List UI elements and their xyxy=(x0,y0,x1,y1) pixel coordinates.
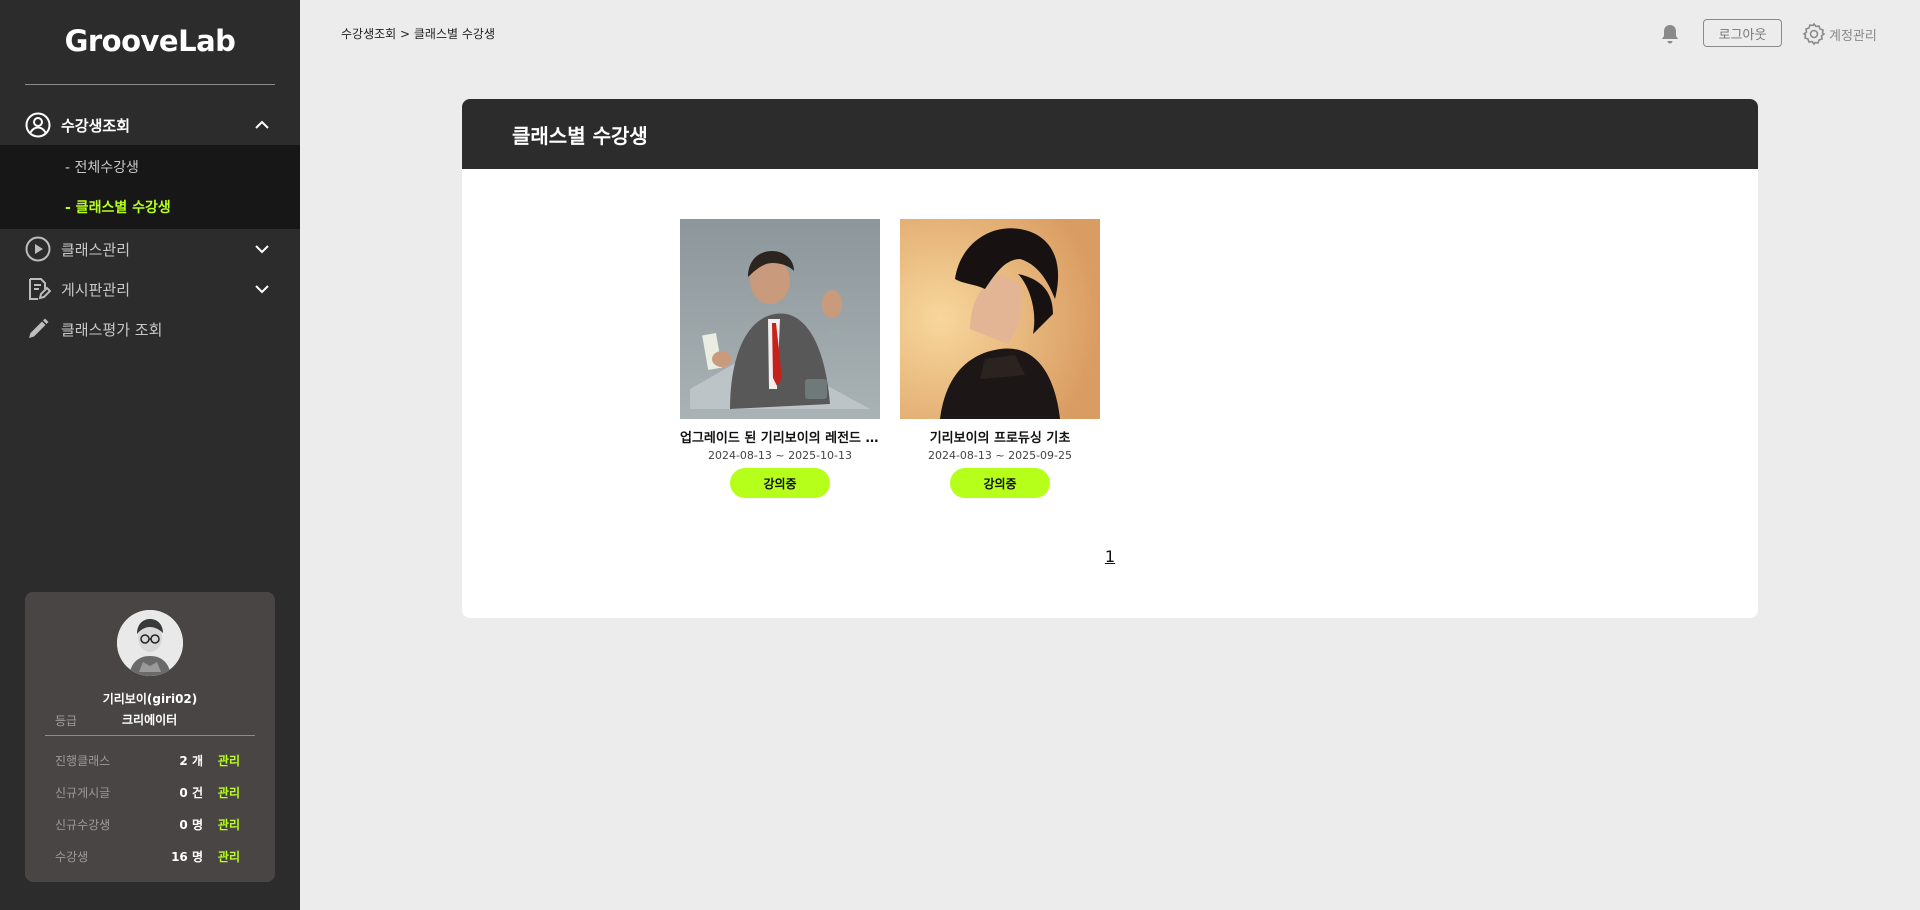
sidebar-item-class-management[interactable]: 클래스관리 xyxy=(0,229,300,269)
manage-link[interactable]: 관리 xyxy=(218,784,240,801)
chevron-down-icon[interactable] xyxy=(254,281,270,297)
divider xyxy=(25,84,275,85)
sidebar-item-class-review[interactable]: 클래스평가 조회 xyxy=(0,309,300,349)
class-thumbnail[interactable] xyxy=(680,219,880,419)
user-circle-icon xyxy=(25,112,51,138)
play-circle-icon xyxy=(25,236,51,262)
stat-row-new-students: 신규수강생 0 명 관리 xyxy=(25,816,275,836)
gear-icon xyxy=(1802,22,1826,46)
stat-label: 신규게시글 xyxy=(55,786,111,800)
class-status-button[interactable]: 강의중 xyxy=(730,468,830,498)
main-panel: 클래스별 수강생 업그레이드 된 기리보이의 레전드 작 2024-08-13 … xyxy=(462,99,1758,618)
stat-value: 0 명 xyxy=(179,818,203,832)
logout-button[interactable]: 로그아웃 xyxy=(1703,19,1782,47)
bell-icon[interactable] xyxy=(1658,22,1682,46)
avatar xyxy=(117,610,183,676)
stat-row-active-classes: 진행클래스 2 개 관리 xyxy=(25,752,275,772)
submenu-students: - 전체수강생 - 클래스별 수강생 xyxy=(0,145,300,229)
sidebar-item-label: 클래스관리 xyxy=(61,240,131,259)
page-title: 클래스별 수강생 xyxy=(512,123,648,148)
stat-value: 16 명 xyxy=(171,850,203,864)
page-number[interactable]: 1 xyxy=(1105,547,1115,566)
profile-card: 기리보이(giri02) 등급 크리에이터 진행클래스 2 개 관리 신규게시글… xyxy=(25,592,275,882)
class-period: 2024-08-13 ~ 2025-09-25 xyxy=(927,449,1073,462)
stat-label: 신규수강생 xyxy=(55,818,111,832)
stat-label: 수강생 xyxy=(55,850,89,864)
class-card: 업그레이드 된 기리보이의 레전드 작사 노하우 2024-08-13 ~ 20… xyxy=(680,219,880,498)
logo[interactable]: GrooveLab xyxy=(0,24,300,58)
sidebar-subitem-class-students[interactable]: - 클래스별 수강생 xyxy=(0,187,300,227)
class-title[interactable]: 기리보이의 프로듀싱 기초 xyxy=(900,427,1100,446)
grade-value: 크리에이터 xyxy=(122,713,178,727)
class-thumbnail[interactable] xyxy=(900,219,1100,419)
sidebar-item-label: 게시판관리 xyxy=(61,280,131,299)
stat-row-students: 수강생 16 명 관리 xyxy=(25,848,275,868)
pencil-icon xyxy=(25,316,51,342)
manage-link[interactable]: 관리 xyxy=(218,752,240,769)
profile-name: 기리보이(giri02) xyxy=(102,692,198,706)
breadcrumb: 수강생조회 > 클래스별 수강생 xyxy=(341,27,495,41)
chevron-down-icon[interactable] xyxy=(254,241,270,257)
class-title[interactable]: 업그레이드 된 기리보이의 레전드 작사 노하우 xyxy=(680,427,880,446)
sidebar-item-label: 수강생조회 xyxy=(61,116,131,135)
stat-label: 진행클래스 xyxy=(55,754,111,768)
chevron-up-icon[interactable] xyxy=(254,117,270,133)
sidebar-item-label: 클래스평가 조회 xyxy=(61,320,163,339)
sidebar: GrooveLab 수강생조회 - 전체수강생 - 클래스별 수강생 클래스관리… xyxy=(0,0,300,910)
panel-header: 클래스별 수강생 xyxy=(462,99,1758,169)
divider xyxy=(45,735,255,736)
account-label: 계정관리 xyxy=(1829,28,1877,44)
account-settings-link[interactable]: 계정관리 xyxy=(1802,21,1877,47)
stat-row-new-posts: 신규게시글 0 건 관리 xyxy=(25,784,275,804)
stat-value: 2 개 xyxy=(179,754,203,768)
manage-link[interactable]: 관리 xyxy=(218,816,240,833)
grade-label: 등급 xyxy=(55,714,78,728)
stat-value: 0 건 xyxy=(179,786,203,800)
sidebar-menu: 수강생조회 - 전체수강생 - 클래스별 수강생 클래스관리 게시판관리 클래스 xyxy=(0,105,300,349)
document-edit-icon xyxy=(25,276,51,302)
manage-link[interactable]: 관리 xyxy=(218,848,240,865)
sidebar-item-board-management[interactable]: 게시판관리 xyxy=(0,269,300,309)
class-card: 기리보이의 프로듀싱 기초 2024-08-13 ~ 2025-09-25 강의… xyxy=(900,219,1100,498)
sidebar-item-students[interactable]: 수강생조회 xyxy=(0,105,300,145)
class-status-button[interactable]: 강의중 xyxy=(950,468,1050,498)
sidebar-subitem-all-students[interactable]: - 전체수강생 xyxy=(0,147,300,187)
pagination: 1 xyxy=(462,547,1758,566)
class-period: 2024-08-13 ~ 2025-10-13 xyxy=(707,449,853,462)
